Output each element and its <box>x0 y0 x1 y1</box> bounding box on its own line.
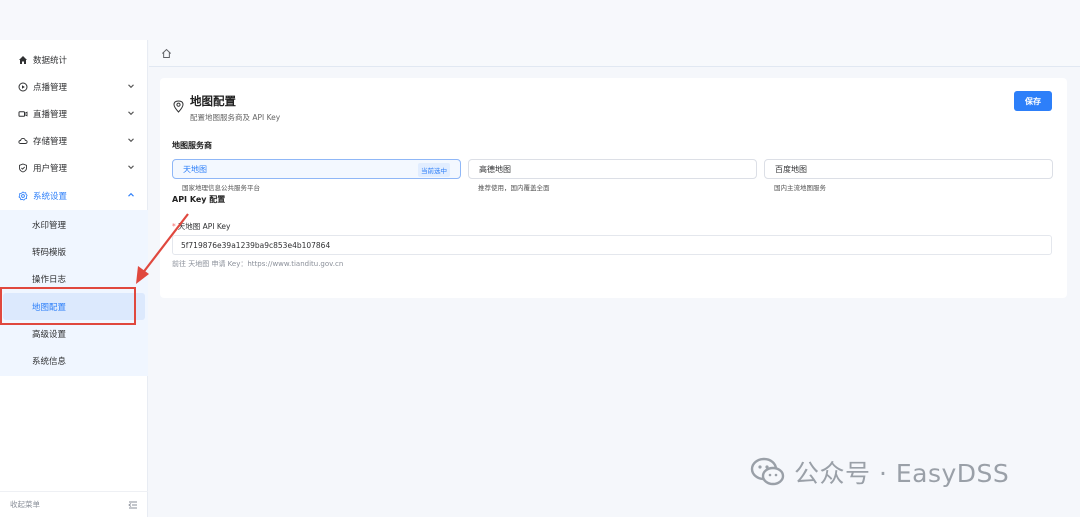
annotation-highlight-box <box>0 287 136 325</box>
provider-name: 高德地图 <box>479 164 511 174</box>
sidebar-item-label: 数据统计 <box>33 55 68 66</box>
annotation-arrow-icon <box>136 213 189 284</box>
provider-description: 国家地理信息公共服务平台 <box>182 184 260 192</box>
chevron-up-icon <box>128 192 134 197</box>
sidebar-subitem-system-info[interactable]: 系统信息 <box>0 347 148 374</box>
chevron-down-icon <box>128 165 134 170</box>
play-circle-icon <box>18 82 28 92</box>
sidebar-subitem-label: 水印管理 <box>32 220 67 231</box>
breadcrumb <box>149 40 1080 67</box>
location-pin-icon <box>173 100 184 113</box>
page-title: 地图配置 <box>190 94 236 108</box>
provider-name: 天地图 <box>183 164 207 174</box>
chevron-down-icon <box>128 111 134 116</box>
video-camera-icon <box>18 109 28 119</box>
wechat-icon <box>750 457 785 486</box>
page-subtitle: 配置地图服务商及 API Key <box>190 113 281 122</box>
sidebar-item-label: 点播管理 <box>33 82 68 93</box>
sidebar-item-statistics[interactable]: 数据统计 <box>0 46 148 73</box>
provider-name: 百度地图 <box>775 164 807 174</box>
collapse-menu-label: 收起菜单 <box>10 500 40 509</box>
chevron-down-icon <box>128 138 134 143</box>
collapse-menu-button[interactable]: 收起菜单 <box>0 491 148 517</box>
sidebar-item-system-settings[interactable]: 系统设置 <box>0 182 148 209</box>
sidebar-item-label: 系统设置 <box>33 191 68 202</box>
map-config-card: 地图配置 配置地图服务商及 API Key 保存 地图服务商 天地图 当前选中 … <box>160 78 1067 298</box>
sidebar-item-label: 直播管理 <box>33 109 68 120</box>
provider-section-label: 地图服务商 <box>172 141 212 150</box>
provider-option-tianditu[interactable]: 天地图 当前选中 <box>172 159 461 179</box>
sidebar-subitem-label: 系统信息 <box>32 356 67 367</box>
shield-icon <box>18 163 28 173</box>
home-icon <box>18 55 28 65</box>
watermark: 公众号 · EasyDSS <box>750 452 1009 492</box>
home-icon[interactable] <box>161 48 172 59</box>
chevron-down-icon <box>128 84 134 89</box>
api-key-hint: 前往 天地图 申请 Key：https://www.tianditu.gov.c… <box>172 260 344 268</box>
top-bar <box>0 0 1080 40</box>
api-key-section-label: API Key 配置 <box>172 195 226 204</box>
provider-option-baidu[interactable]: 百度地图 <box>764 159 1053 179</box>
sidebar-subitem-transcode-template[interactable]: 转码模版 <box>0 238 148 265</box>
sidebar-item-users[interactable]: 用户管理 <box>0 154 148 181</box>
sidebar-item-label: 用户管理 <box>33 163 68 174</box>
sidebar-item-storage[interactable]: 存储管理 <box>0 127 148 154</box>
sidebar-subitem-label: 操作日志 <box>32 274 67 285</box>
sidebar: 数据统计 点播管理 直播管理 存储管理 用户管理 系统设置 水印管理 转码模版 … <box>0 40 148 517</box>
sidebar-subitem-watermark[interactable]: 水印管理 <box>0 211 148 238</box>
provider-option-amap[interactable]: 高德地图 <box>468 159 757 179</box>
sidebar-subitem-label: 高级设置 <box>32 329 67 340</box>
sidebar-item-label: 存储管理 <box>33 136 68 147</box>
cloud-icon <box>18 136 28 146</box>
provider-description: 国内主流地图服务 <box>774 184 826 192</box>
save-button[interactable]: 保存 <box>1014 91 1052 111</box>
sidebar-subitem-label: 转码模版 <box>32 247 67 258</box>
collapse-icon <box>128 501 137 509</box>
watermark-text: 公众号 · EasyDSS <box>794 459 1010 488</box>
api-key-input[interactable]: 5f719876e39a1239ba9c853e4b107864 <box>172 235 1052 255</box>
selected-badge: 当前选中 <box>418 163 450 177</box>
gear-icon <box>18 191 28 201</box>
sidebar-item-vod[interactable]: 点播管理 <box>0 73 148 100</box>
sidebar-item-live[interactable]: 直播管理 <box>0 100 148 127</box>
provider-description: 推荐使用，国内覆盖全面 <box>478 184 550 192</box>
